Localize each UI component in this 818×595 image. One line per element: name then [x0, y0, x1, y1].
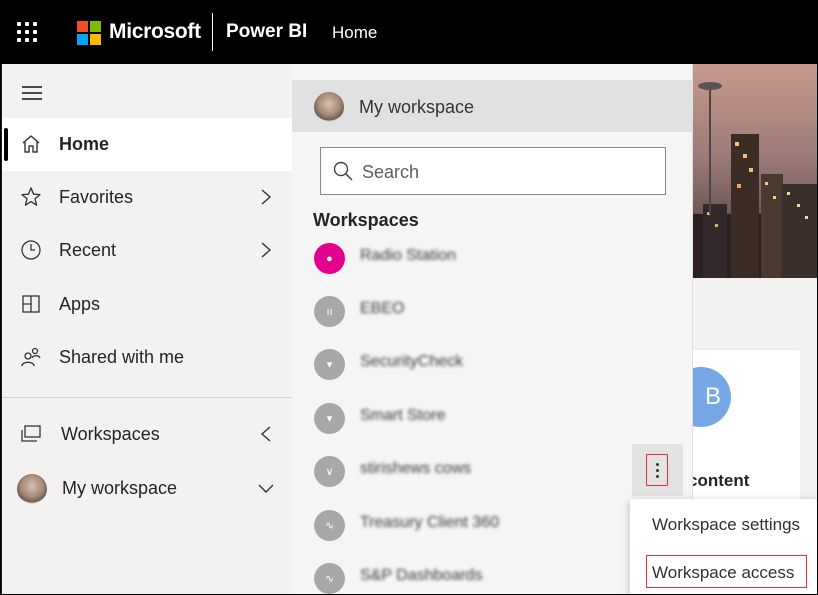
nav-label-shared: Shared with me [59, 347, 185, 367]
workspace-name: EBEO [360, 300, 405, 317]
workspace-icon: ∿ [314, 563, 345, 594]
brand-name: Microsoft [109, 20, 201, 43]
search-icon [332, 160, 354, 182]
workspace-item[interactable]: ▾ SecurityCheck [292, 337, 693, 390]
top-bar: Microsoft Power BI Home [0, 0, 818, 64]
menu-item-workspace-settings[interactable]: Workspace settings [652, 515, 800, 535]
workspace-name: S&P Dashboards [360, 567, 483, 584]
nav-item-shared[interactable]: Shared with me [2, 331, 292, 384]
nav-label-apps: Apps [59, 294, 101, 314]
nav-item-home[interactable]: Home [2, 118, 292, 171]
my-workspace-label: My workspace [359, 97, 475, 117]
workspaces-icon [19, 422, 43, 446]
nav-item-recent[interactable]: Recent [2, 224, 292, 277]
chevron-right-icon [258, 187, 274, 207]
chevron-left-icon [258, 424, 274, 444]
nav-label-workspaces: Workspaces [61, 424, 160, 444]
avatar [16, 473, 48, 505]
left-nav: Home Favorites Recent Apps Shared with m… [0, 64, 292, 595]
workspace-name: SecurityCheck [360, 353, 464, 370]
nav-item-workspaces[interactable]: Workspaces [2, 408, 292, 461]
chevron-right-icon [258, 240, 274, 260]
more-options-icon [646, 454, 668, 486]
workspace-item[interactable]: ● Radio Station [292, 231, 693, 284]
search-input[interactable]: Search [320, 147, 666, 195]
nav-label-home: Home [59, 134, 110, 154]
workspace-context-menu: Workspace settings Workspace access [630, 499, 818, 595]
nav-label-recent: Recent [59, 240, 117, 260]
home-icon [19, 132, 43, 156]
hamburger-menu-icon[interactable] [22, 86, 42, 100]
menu-item-workspace-access[interactable]: Workspace access [652, 563, 794, 583]
content-band [693, 278, 818, 350]
workspace-item[interactable]: ∨ stirishews cows [292, 444, 693, 497]
star-icon [19, 185, 43, 209]
workspace-icon: ● [314, 243, 345, 274]
workspace-icon: ▾ [314, 349, 345, 380]
app-launcher-icon[interactable] [17, 22, 39, 44]
my-workspace-item[interactable]: My workspace [292, 80, 693, 132]
nav-divider [2, 397, 292, 398]
shared-icon [19, 345, 43, 369]
workspace-name: Treasury Client 360 [360, 514, 500, 531]
card-title: content [688, 471, 750, 490]
product-name[interactable]: Power BI [226, 21, 307, 43]
nav-item-apps[interactable]: Apps [2, 278, 292, 331]
search-placeholder: Search [362, 162, 420, 182]
chevron-down-icon [256, 478, 276, 498]
more-options-button[interactable] [632, 444, 683, 496]
workspace-icon: ıı [314, 296, 345, 327]
workspace-item[interactable]: ıı EBEO [292, 284, 693, 337]
microsoft-logo-icon [77, 21, 101, 45]
workspaces-heading: Workspaces [313, 210, 419, 230]
nav-label-my-workspace: My workspace [62, 478, 178, 498]
breadcrumb[interactable]: Home [332, 23, 377, 43]
workspace-item[interactable]: ▾ Smart Store [292, 391, 693, 444]
hero-image [693, 64, 818, 278]
nav-item-favorites[interactable]: Favorites [2, 171, 292, 224]
workspace-icon: ∿ [314, 510, 345, 541]
workspace-name: Smart Store [360, 407, 446, 424]
nav-label-favorites: Favorites [59, 187, 134, 207]
nav-item-my-workspace[interactable]: My workspace [2, 462, 292, 515]
workspace-name: Radio Station [360, 247, 457, 264]
clock-icon [19, 238, 43, 262]
apps-icon [19, 292, 43, 316]
topbar-divider [212, 13, 213, 51]
avatar [314, 92, 344, 122]
workspace-name: stirishews cows [360, 460, 472, 477]
workspace-icon: ▾ [314, 403, 345, 434]
workspace-icon: ∨ [314, 456, 345, 487]
